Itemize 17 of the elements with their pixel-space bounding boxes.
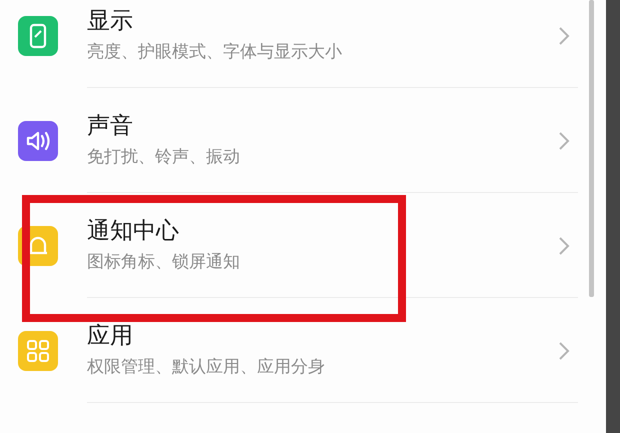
- item-subtitle: 亮度、护眼模式、字体与显示大小: [87, 43, 342, 62]
- scrollbar[interactable]: [589, 0, 594, 297]
- chevron-icon: [558, 340, 570, 360]
- item-title: 应用: [87, 324, 133, 350]
- chevron-icon: [558, 26, 570, 46]
- item-title: 显示: [87, 9, 133, 34]
- settings-item[interactable]: 应用 权限管理、默认应用、应用分身: [0, 298, 606, 403]
- settings-item[interactable]: 通知中心 图标角标、锁屏通知: [0, 193, 606, 298]
- chevron-icon: [558, 236, 570, 256]
- item-title: 通知中心: [87, 219, 179, 244]
- settings-item[interactable]: 显示 亮度、护眼模式、字体与显示大小: [0, 0, 606, 88]
- chevron-icon: [558, 130, 570, 150]
- item-subtitle: 图标角标、锁屏通知: [87, 253, 240, 272]
- item-subtitle: 免打扰、铃声、振动: [87, 148, 240, 167]
- item-title: 声音: [87, 114, 133, 140]
- item-subtitle: 权限管理、默认应用、应用分身: [87, 358, 325, 377]
- settings-item[interactable]: 声音 免打扰、铃声、振动: [0, 88, 606, 193]
